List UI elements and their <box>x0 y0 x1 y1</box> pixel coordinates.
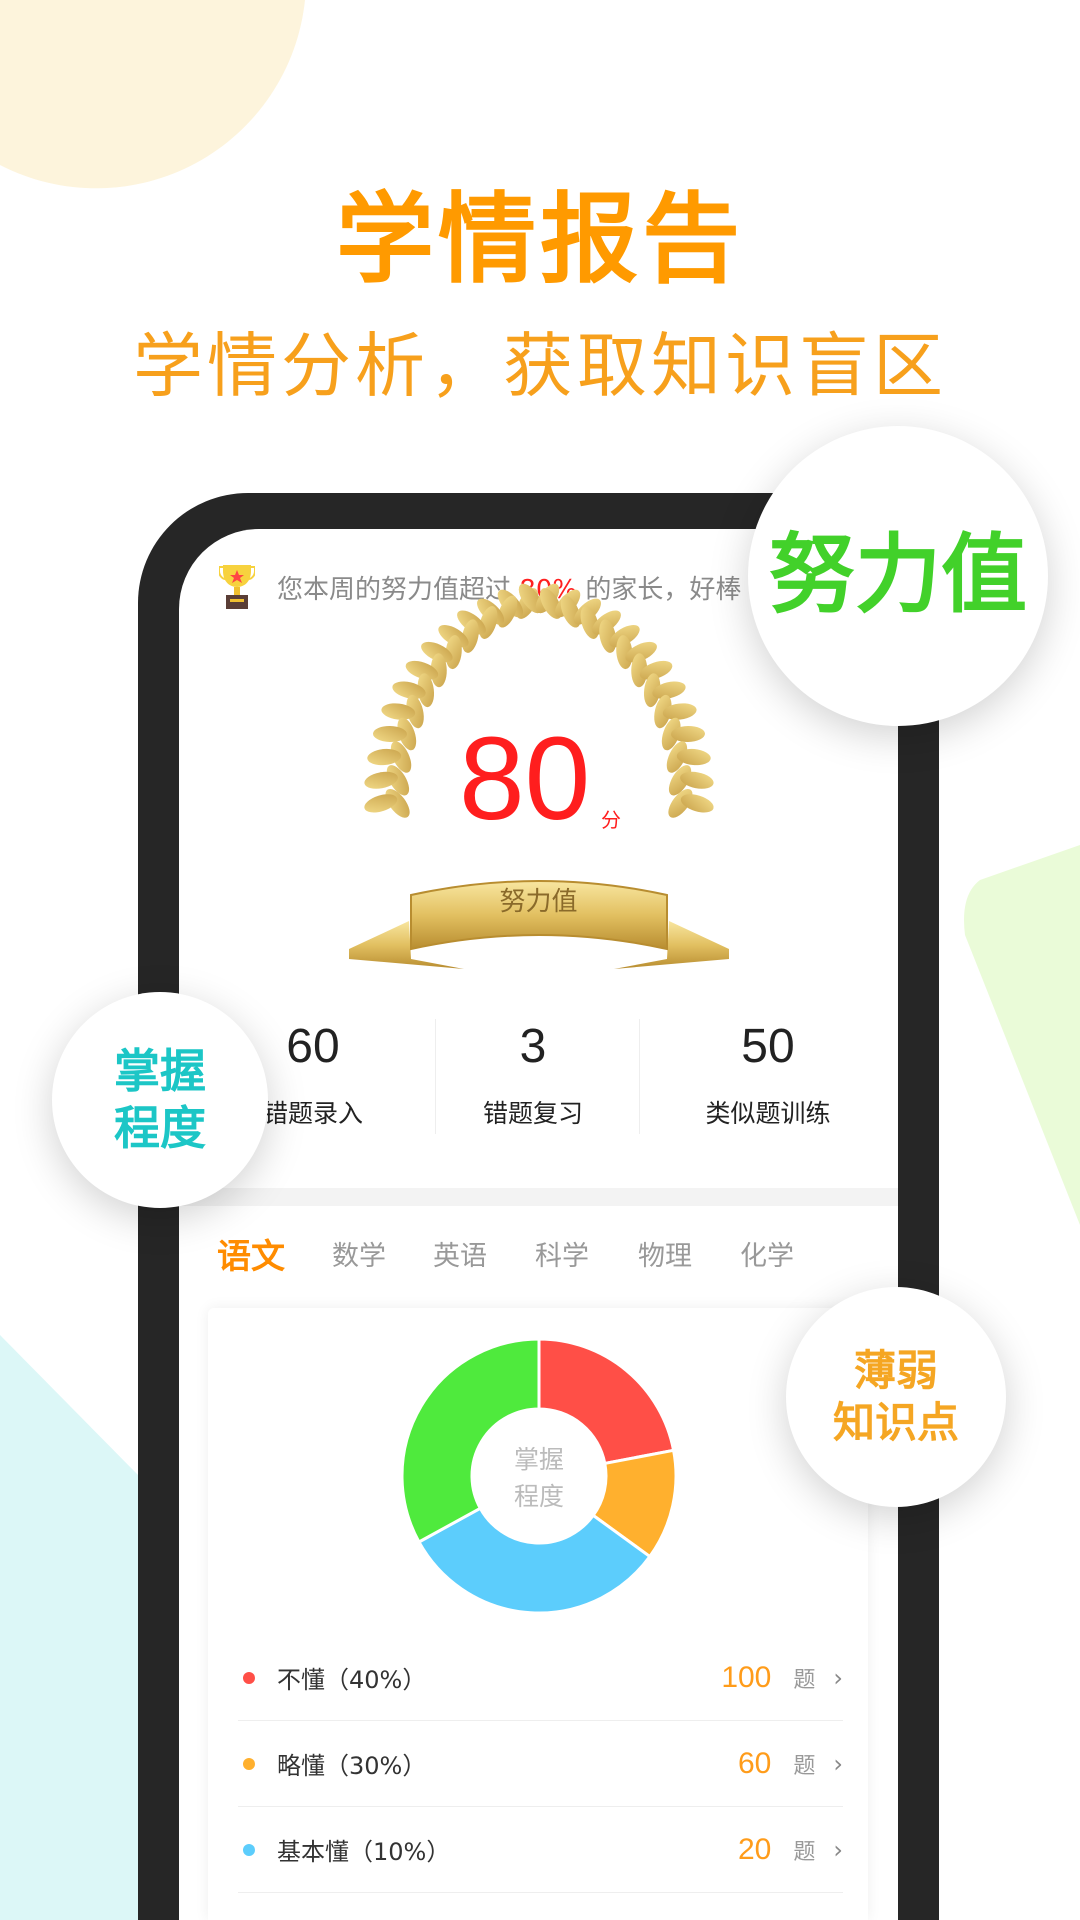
mastery-bubble-line1: 掌握 <box>114 1043 206 1098</box>
legend-dot <box>243 1671 255 1684</box>
effort-bubble-text: 努力值 <box>769 525 1027 626</box>
mastery-bubble-line2: 程度 <box>114 1101 206 1155</box>
donut-center-line1: 掌握 <box>514 1445 564 1474</box>
tab-chemistry[interactable]: 化学 <box>740 1234 794 1273</box>
phone-screen: 您本周的努力值超过 80% 的家长，好棒 80 分 努力值 60错题录入 3错题… <box>179 529 898 1920</box>
tab-science[interactable]: 科学 <box>535 1234 589 1273</box>
legend-count: 20 <box>738 1832 772 1866</box>
tab-english[interactable]: 英语 <box>433 1234 487 1273</box>
legend-label: 略懂（30%） <box>277 1752 427 1780</box>
page-subtitle: 学情分析，获取知识盲区 <box>133 325 947 407</box>
divider <box>639 1019 640 1134</box>
legend-unit: 题 <box>793 1667 816 1693</box>
section-divider <box>179 1188 898 1206</box>
tab-math[interactable]: 数学 <box>332 1234 386 1273</box>
mastery-donut-chart: 掌握 程度 <box>400 1337 678 1615</box>
stat-similar-training[interactable]: 50 类似题训练 <box>653 1019 883 1130</box>
stat-label: 错题复习 <box>482 1099 583 1128</box>
legend-count: 100 <box>721 1660 772 1694</box>
mastery-card: 掌握 程度 不懂（40%） 100 题 › 略懂（30%） 60 题 › 基本懂（10%） 2… <box>208 1308 868 1920</box>
stat-value: 3 <box>519 1020 547 1073</box>
legend-count: 60 <box>738 1746 772 1780</box>
legend-dot <box>243 1843 255 1856</box>
weak-bubble-line2: 知识点 <box>832 1398 959 1447</box>
legend-dot <box>243 1757 255 1770</box>
legend-label: 基本懂（10%） <box>277 1838 451 1866</box>
legend-unit: 题 <box>793 1839 816 1865</box>
donut-segment <box>400 1337 541 1545</box>
legend-label: 不懂（40%） <box>277 1666 427 1694</box>
effort-score-unit: 分 <box>601 808 621 832</box>
effort-score: 80 <box>459 713 591 845</box>
weak-points-bubble: 薄弱 知识点 <box>786 1287 1006 1507</box>
legend-row-basically-understood[interactable]: 基本懂（10%） 20 题 › <box>238 1807 843 1893</box>
stat-wrong-review[interactable]: 3 错题复习 <box>418 1019 648 1130</box>
chevron-right-icon: › <box>833 1835 843 1864</box>
mastery-bubble: 掌握 程度 <box>52 992 268 1208</box>
ribbon-label: 努力值 <box>499 887 578 917</box>
stat-label: 类似题训练 <box>705 1099 831 1128</box>
page-title: 学情报告 <box>335 183 744 297</box>
tab-physics[interactable]: 物理 <box>638 1234 692 1273</box>
legend-row-not-understood[interactable]: 不懂（40%） 100 题 › <box>238 1635 843 1721</box>
chevron-right-icon: › <box>833 1663 843 1692</box>
stat-value: 50 <box>741 1020 795 1073</box>
tab-chinese[interactable]: 语文 <box>217 1229 285 1278</box>
donut-center-line2: 程度 <box>514 1482 564 1511</box>
weak-bubble-line1: 薄弱 <box>853 1345 938 1395</box>
legend-row-partly-understood[interactable]: 略懂（30%） 60 题 › <box>238 1721 843 1807</box>
chevron-right-icon: › <box>833 1749 843 1778</box>
legend-unit: 题 <box>793 1753 816 1779</box>
effort-bubble: 努力值 <box>748 426 1048 726</box>
